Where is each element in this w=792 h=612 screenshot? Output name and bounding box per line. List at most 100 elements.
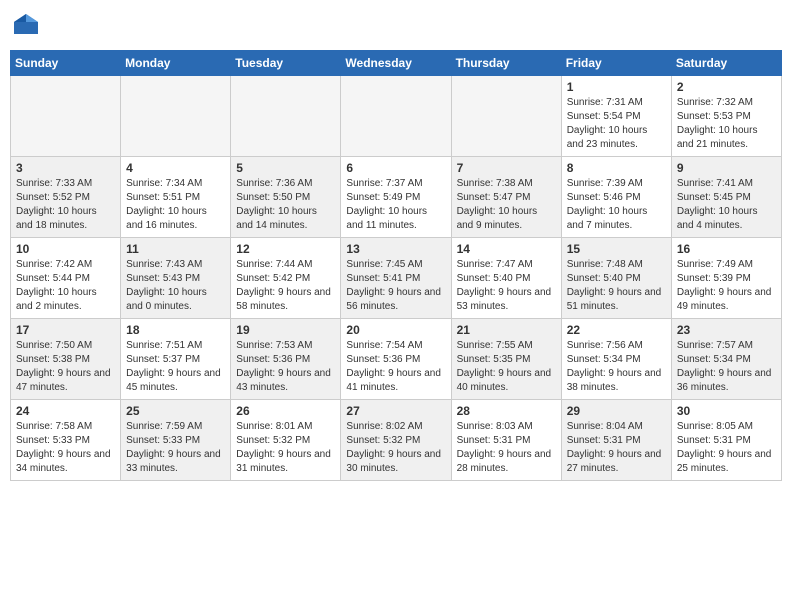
calendar-week-row: 10 Sunrise: 7:42 AM Sunset: 5:44 PM Dayli…	[11, 238, 782, 319]
day-info: Sunrise: 7:32 AM Sunset: 5:53 PM Dayligh…	[677, 96, 776, 152]
day-info: Sunrise: 7:48 AM Sunset: 5:40 PM Dayligh…	[567, 258, 666, 314]
calendar-cell: 29Sunrise: 8:04 AM Sunset: 5:31 PM Dayli…	[561, 400, 671, 481]
calendar-cell: 14Sunrise: 7:47 AM Sunset: 5:40 PM Dayli…	[451, 238, 561, 319]
weekday-header: Monday	[121, 51, 231, 76]
calendar-cell	[341, 76, 451, 157]
calendar-cell: 8 Sunrise: 7:39 AM Sunset: 5:46 PM Daylig…	[561, 157, 671, 238]
calendar-cell: 28Sunrise: 8:03 AM Sunset: 5:31 PM Dayli…	[451, 400, 561, 481]
calendar-week-row: 24 Sunrise: 7:58 AM Sunset: 5:33 PM Dayli…	[11, 400, 782, 481]
calendar-cell: 18 Sunrise: 7:51 AM Sunset: 5:37 PM Dayli…	[121, 319, 231, 400]
day-number: 11	[126, 242, 225, 256]
calendar-cell: 16Sunrise: 7:49 AM Sunset: 5:39 PM Dayli…	[671, 238, 781, 319]
day-number: 27	[346, 404, 445, 418]
day-number: 18	[126, 323, 225, 337]
day-info: Sunrise: 7:47 AM Sunset: 5:40 PM Dayligh…	[457, 258, 556, 314]
day-info: Sunrise: 8:01 AM Sunset: 5:32 PM Dayligh…	[236, 420, 335, 476]
calendar-cell: 10 Sunrise: 7:42 AM Sunset: 5:44 PM Dayli…	[11, 238, 121, 319]
day-info: Sunrise: 8:02 AM Sunset: 5:32 PM Dayligh…	[346, 420, 445, 476]
calendar-cell	[451, 76, 561, 157]
calendar-cell: 30 Sunrise: 8:05 AM Sunset: 5:31 PM Dayli…	[671, 400, 781, 481]
weekday-header: Wednesday	[341, 51, 451, 76]
calendar-cell: 2Sunrise: 7:32 AM Sunset: 5:53 PM Daylig…	[671, 76, 781, 157]
day-number: 15	[567, 242, 666, 256]
day-info: Sunrise: 7:54 AM Sunset: 5:36 PM Dayligh…	[346, 339, 445, 395]
day-number: 12	[236, 242, 335, 256]
day-number: 9	[677, 161, 776, 175]
calendar-cell	[231, 76, 341, 157]
day-number: 25	[126, 404, 225, 418]
day-number: 6	[346, 161, 445, 175]
day-info: Sunrise: 7:51 AM Sunset: 5:37 PM Dayligh…	[126, 339, 225, 395]
calendar-cell: 25 Sunrise: 7:59 AM Sunset: 5:33 PM Dayli…	[121, 400, 231, 481]
calendar-week-row: 17 Sunrise: 7:50 AM Sunset: 5:38 PM Dayli…	[11, 319, 782, 400]
calendar-cell: 20 Sunrise: 7:54 AM Sunset: 5:36 PM Dayli…	[341, 319, 451, 400]
calendar-cell: 11 Sunrise: 7:43 AM Sunset: 5:43 PM Dayli…	[121, 238, 231, 319]
calendar-cell: 13 Sunrise: 7:45 AM Sunset: 5:41 PM Dayli…	[341, 238, 451, 319]
day-info: Sunrise: 7:45 AM Sunset: 5:41 PM Dayligh…	[346, 258, 445, 314]
calendar-cell: 21 Sunrise: 7:55 AM Sunset: 5:35 PM Dayli…	[451, 319, 561, 400]
weekday-header: Sunday	[11, 51, 121, 76]
day-number: 10	[16, 242, 115, 256]
day-info: Sunrise: 7:33 AM Sunset: 5:52 PM Dayligh…	[16, 177, 115, 233]
day-number: 30	[677, 404, 776, 418]
day-info: Sunrise: 7:44 AM Sunset: 5:42 PM Dayligh…	[236, 258, 335, 314]
day-info: Sunrise: 7:59 AM Sunset: 5:33 PM Dayligh…	[126, 420, 225, 476]
calendar-cell: 27 Sunrise: 8:02 AM Sunset: 5:32 PM Dayli…	[341, 400, 451, 481]
calendar-week-row: 1 Sunrise: 7:31 AM Sunset: 5:54 PM Daylig…	[11, 76, 782, 157]
day-info: Sunrise: 8:05 AM Sunset: 5:31 PM Dayligh…	[677, 420, 776, 476]
calendar-cell: 19 Sunrise: 7:53 AM Sunset: 5:36 PM Dayli…	[231, 319, 341, 400]
calendar-cell: 22 Sunrise: 7:56 AM Sunset: 5:34 PM Dayli…	[561, 319, 671, 400]
day-info: Sunrise: 7:50 AM Sunset: 5:38 PM Dayligh…	[16, 339, 115, 395]
day-number: 8	[567, 161, 666, 175]
day-info: Sunrise: 7:42 AM Sunset: 5:44 PM Dayligh…	[16, 258, 115, 314]
logo-icon	[10, 10, 42, 42]
day-info: Sunrise: 7:37 AM Sunset: 5:49 PM Dayligh…	[346, 177, 445, 233]
calendar-cell: 6 Sunrise: 7:37 AM Sunset: 5:49 PM Daylig…	[341, 157, 451, 238]
calendar-header-row: SundayMondayTuesdayWednesdayThursdayFrid…	[11, 51, 782, 76]
day-info: Sunrise: 7:57 AM Sunset: 5:34 PM Dayligh…	[677, 339, 776, 395]
day-number: 24	[16, 404, 115, 418]
calendar-cell: 5 Sunrise: 7:36 AM Sunset: 5:50 PM Daylig…	[231, 157, 341, 238]
day-number: 20	[346, 323, 445, 337]
weekday-header: Thursday	[451, 51, 561, 76]
day-info: Sunrise: 7:39 AM Sunset: 5:46 PM Dayligh…	[567, 177, 666, 233]
day-number: 1	[567, 80, 666, 94]
calendar-cell: 17 Sunrise: 7:50 AM Sunset: 5:38 PM Dayli…	[11, 319, 121, 400]
day-number: 4	[126, 161, 225, 175]
calendar-cell	[121, 76, 231, 157]
day-number: 26	[236, 404, 335, 418]
calendar-cell: 15 Sunrise: 7:48 AM Sunset: 5:40 PM Dayli…	[561, 238, 671, 319]
day-number: 22	[567, 323, 666, 337]
day-number: 13	[346, 242, 445, 256]
day-number: 5	[236, 161, 335, 175]
calendar-cell: 23 Sunrise: 7:57 AM Sunset: 5:34 PM Dayli…	[671, 319, 781, 400]
day-number: 19	[236, 323, 335, 337]
calendar-cell: 24 Sunrise: 7:58 AM Sunset: 5:33 PM Dayli…	[11, 400, 121, 481]
day-info: Sunrise: 7:31 AM Sunset: 5:54 PM Dayligh…	[567, 96, 666, 152]
weekday-header: Friday	[561, 51, 671, 76]
day-info: Sunrise: 7:34 AM Sunset: 5:51 PM Dayligh…	[126, 177, 225, 233]
calendar-cell	[11, 76, 121, 157]
weekday-header: Tuesday	[231, 51, 341, 76]
calendar: SundayMondayTuesdayWednesdayThursdayFrid…	[10, 50, 782, 481]
day-info: Sunrise: 8:04 AM Sunset: 5:31 PM Dayligh…	[567, 420, 666, 476]
day-info: Sunrise: 7:43 AM Sunset: 5:43 PM Dayligh…	[126, 258, 225, 314]
day-number: 17	[16, 323, 115, 337]
calendar-cell: 7Sunrise: 7:38 AM Sunset: 5:47 PM Daylig…	[451, 157, 561, 238]
calendar-cell: 9 Sunrise: 7:41 AM Sunset: 5:45 PM Daylig…	[671, 157, 781, 238]
day-number: 23	[677, 323, 776, 337]
day-info: Sunrise: 7:58 AM Sunset: 5:33 PM Dayligh…	[16, 420, 115, 476]
page-header	[10, 10, 782, 42]
day-number: 28	[457, 404, 556, 418]
day-info: Sunrise: 7:49 AM Sunset: 5:39 PM Dayligh…	[677, 258, 776, 314]
calendar-cell: 3Sunrise: 7:33 AM Sunset: 5:52 PM Daylig…	[11, 157, 121, 238]
calendar-cell: 1 Sunrise: 7:31 AM Sunset: 5:54 PM Daylig…	[561, 76, 671, 157]
day-info: Sunrise: 7:36 AM Sunset: 5:50 PM Dayligh…	[236, 177, 335, 233]
day-info: Sunrise: 7:55 AM Sunset: 5:35 PM Dayligh…	[457, 339, 556, 395]
day-number: 21	[457, 323, 556, 337]
day-info: Sunrise: 7:41 AM Sunset: 5:45 PM Dayligh…	[677, 177, 776, 233]
day-info: Sunrise: 7:56 AM Sunset: 5:34 PM Dayligh…	[567, 339, 666, 395]
calendar-cell: 26 Sunrise: 8:01 AM Sunset: 5:32 PM Dayli…	[231, 400, 341, 481]
day-info: Sunrise: 7:53 AM Sunset: 5:36 PM Dayligh…	[236, 339, 335, 395]
calendar-week-row: 3Sunrise: 7:33 AM Sunset: 5:52 PM Daylig…	[11, 157, 782, 238]
